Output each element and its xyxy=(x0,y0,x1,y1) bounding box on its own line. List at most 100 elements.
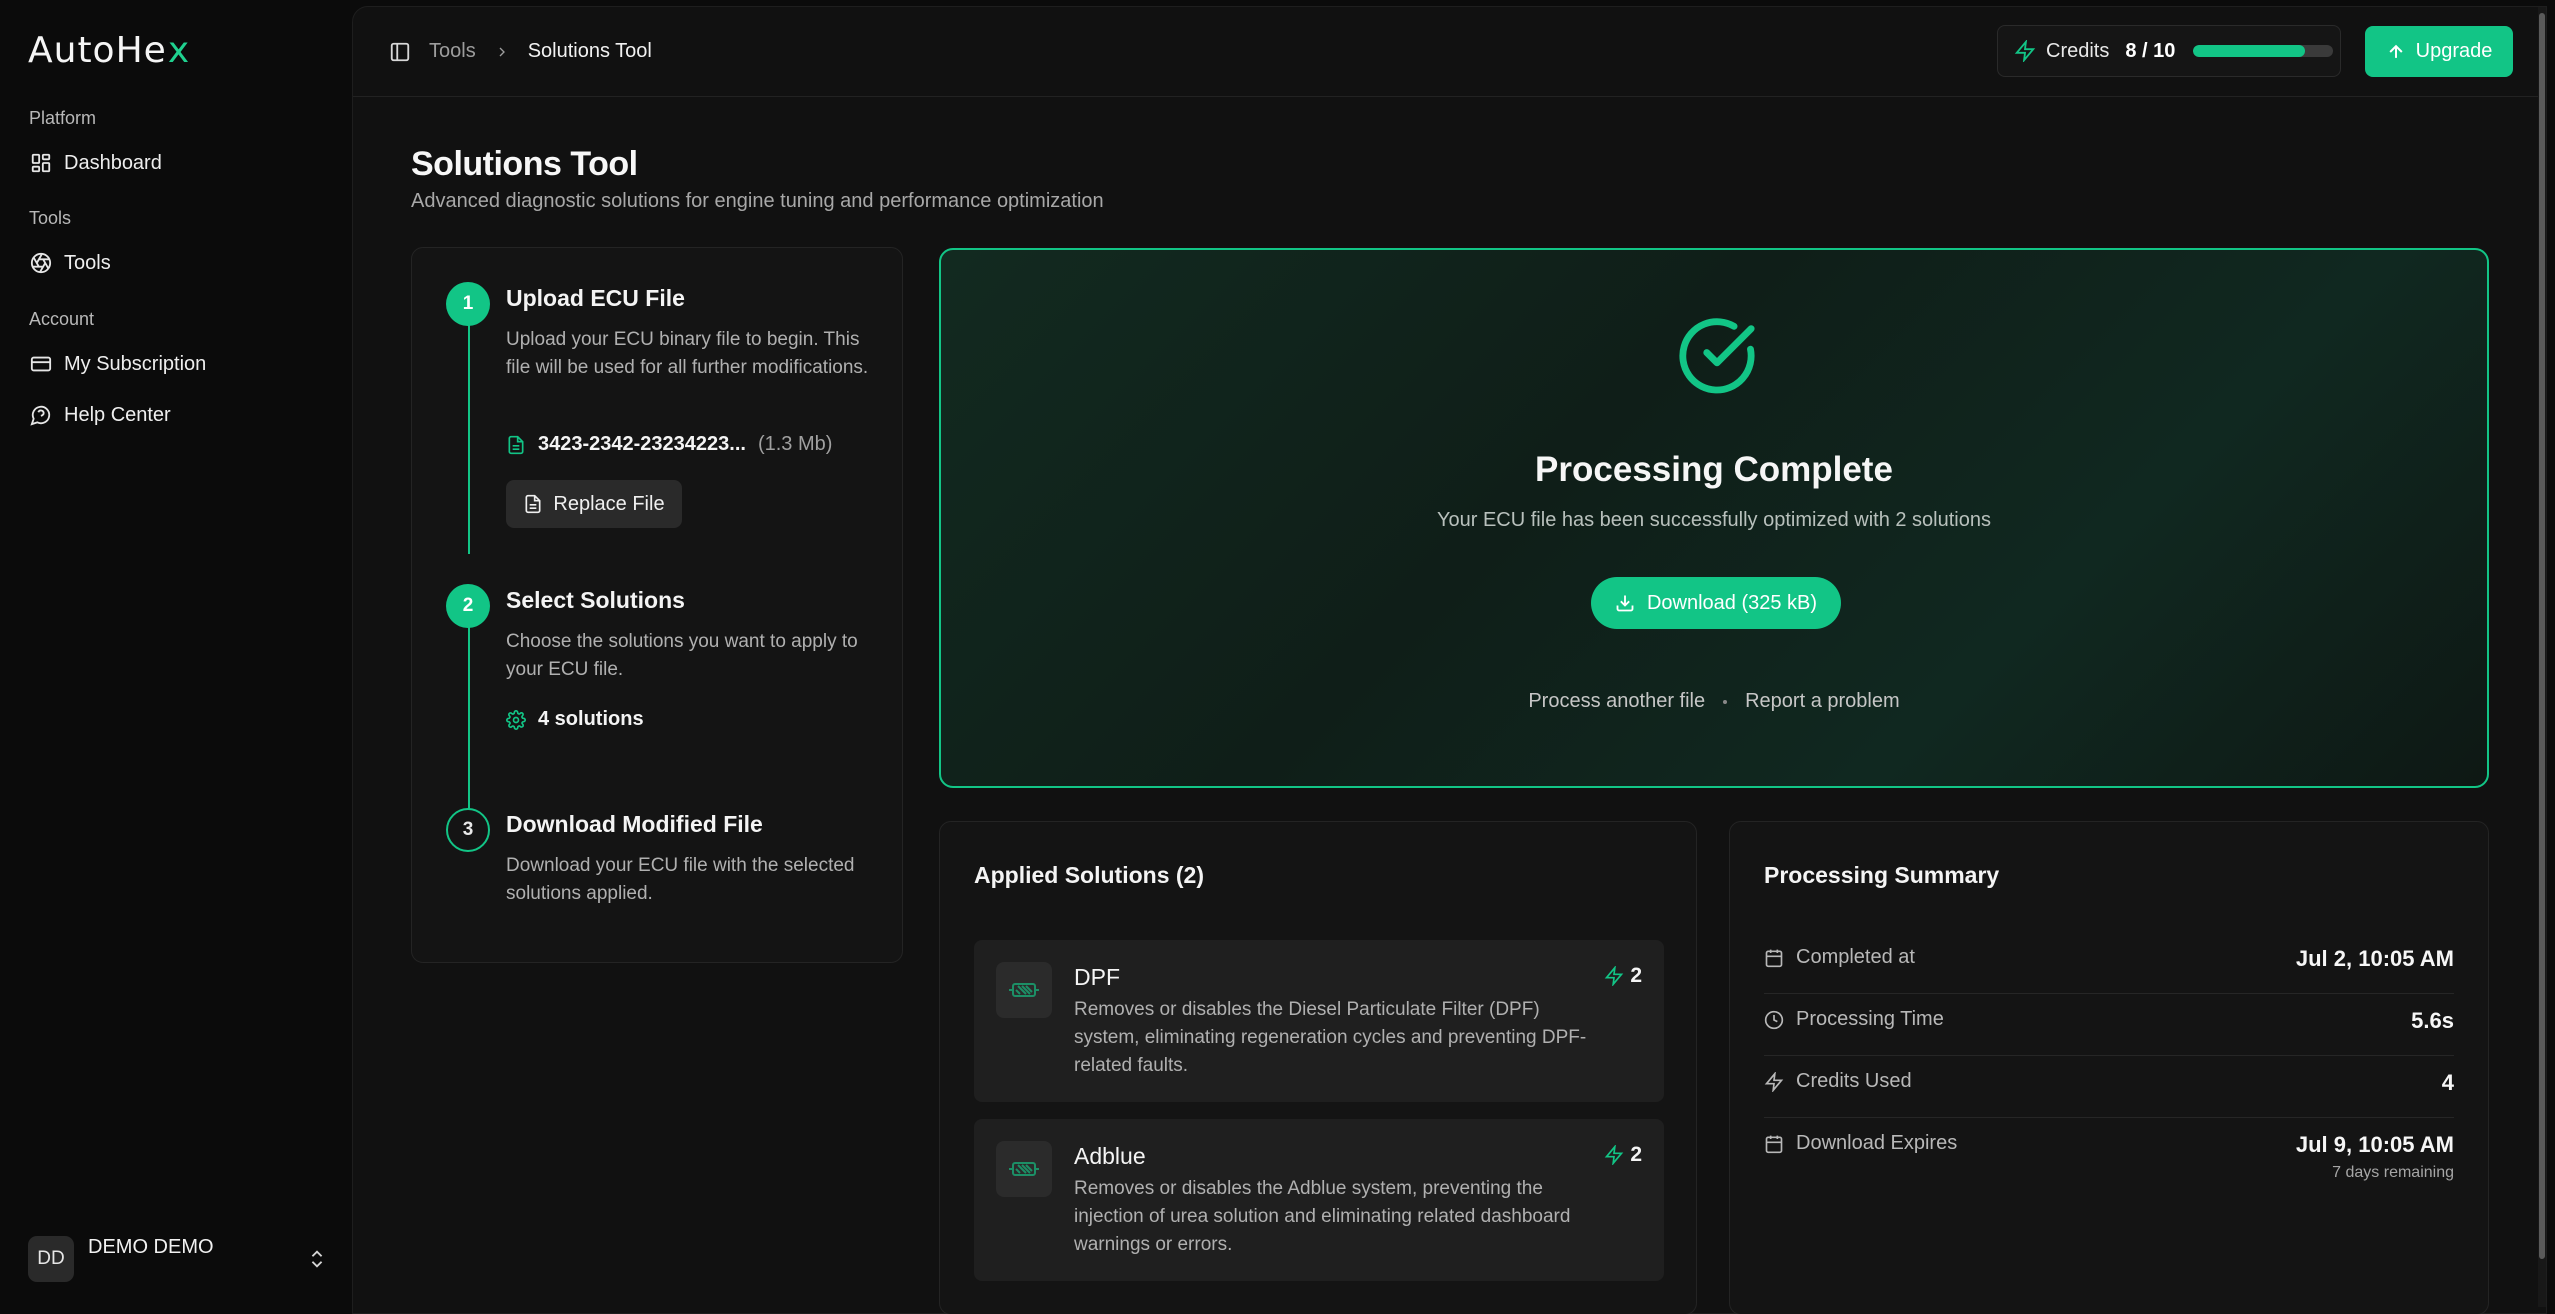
user-name: DEMO DEMO xyxy=(88,1236,214,1258)
solution-icon xyxy=(996,962,1052,1018)
scrollbar-thumb[interactable] xyxy=(2539,13,2545,1259)
summary-label: Download Expires xyxy=(1764,1132,1957,1155)
upgrade-label: Upgrade xyxy=(2415,40,2493,62)
chevrons-up-down-icon[interactable] xyxy=(306,1248,328,1270)
step-number-1: 1 xyxy=(446,282,490,326)
solution-icon xyxy=(996,1141,1052,1197)
chevron-right-icon xyxy=(499,47,505,56)
gear-icon xyxy=(506,709,526,730)
step-title-download: Download Modified File xyxy=(506,811,763,837)
page-subtitle: Advanced diagnostic solutions for engine… xyxy=(411,190,1104,212)
lightning-icon xyxy=(1605,966,1624,986)
solution-description: Removes or disables the Diesel Particula… xyxy=(1074,999,1587,1076)
steps-card: 1 Upload ECU File Upload your ECU binary… xyxy=(411,247,903,963)
solution-description: Removes or disables the Adblue system, p… xyxy=(1074,1178,1571,1255)
credit-card-icon xyxy=(30,356,52,372)
sidebar-item-tools[interactable]: Tools xyxy=(24,241,334,285)
step-description-select: Choose the solutions you want to apply t… xyxy=(506,631,858,680)
step-title-select: Select Solutions xyxy=(506,587,685,613)
summary-row-completed: Completed at Jul 2, 10:05 AM xyxy=(1764,932,2454,994)
sidebar-item-dashboard[interactable]: Dashboard xyxy=(24,141,334,185)
summary-row-expires: Download Expires Jul 9, 10:05 AM 7 days … xyxy=(1764,1118,2454,1198)
summary-row-time: Processing Time 5.6s xyxy=(1764,994,2454,1056)
nav-group-platform: Platform xyxy=(29,108,97,128)
solution-credits-value: 2 xyxy=(1630,1143,1642,1166)
solution-item-dpf: DPF Removes or disables the Diesel Parti… xyxy=(974,940,1664,1102)
clock-icon xyxy=(1764,1010,1784,1029)
summary-label-text: Completed at xyxy=(1796,946,1915,968)
step-number-2: 2 xyxy=(446,584,490,628)
user-menu[interactable]: DD DEMO DEMO xyxy=(28,1236,328,1282)
step-connector xyxy=(468,612,470,838)
summary-row-credits: Credits Used 4 xyxy=(1764,1056,2454,1118)
check-circle-icon xyxy=(1679,318,1755,394)
lightning-icon xyxy=(1605,1145,1624,1165)
sidebar-toggle-icon[interactable] xyxy=(389,41,411,63)
sidebar-item-subscription[interactable]: My Subscription xyxy=(24,342,334,386)
topbar: Tools Solutions Tool Credits 8 / 10 Upgr… xyxy=(353,7,2546,97)
sidebar-item-label: Tools xyxy=(64,251,111,274)
breadcrumb-tools[interactable]: Tools xyxy=(429,40,476,63)
summary-label-text: Processing Time xyxy=(1796,1008,1944,1030)
processing-complete-card: Processing Complete Your ECU file has be… xyxy=(939,248,2489,788)
credits-progress-fill xyxy=(2193,45,2306,57)
file-icon xyxy=(508,435,524,454)
applied-solutions-card: Applied Solutions (2) DPF Removes or dis… xyxy=(939,821,1697,1314)
file-icon xyxy=(525,494,541,514)
report-problem-link[interactable]: Report a problem xyxy=(1745,690,1900,713)
summary-note: 7 days remaining xyxy=(2332,1164,2454,1181)
solution-credits: 2 xyxy=(1604,1143,1642,1167)
engine-filter-icon xyxy=(1009,983,1039,997)
summary-value: 5.6s xyxy=(2411,1008,2454,1033)
sidebar-item-help-center[interactable]: Help Center xyxy=(24,393,334,437)
page-title: Solutions Tool xyxy=(411,145,638,183)
summary-label: Credits Used xyxy=(1764,1070,1912,1093)
breadcrumb-current: Solutions Tool xyxy=(527,40,652,62)
step-number-3: 3 xyxy=(446,808,490,852)
replace-file-label: Replace File xyxy=(553,492,665,515)
summary-label-text: Credits Used xyxy=(1796,1070,1912,1092)
process-another-link[interactable]: Process another file xyxy=(1528,690,1705,713)
summary-label: Completed at xyxy=(1764,946,1915,969)
solution-credits-value: 2 xyxy=(1630,964,1642,987)
sidebar-item-label: Help Center xyxy=(64,403,171,426)
summary-value: 4 xyxy=(2441,1070,2454,1095)
avatar: DD xyxy=(28,1236,74,1282)
aperture-icon xyxy=(30,252,52,274)
summary-label-text: Download Expires xyxy=(1796,1132,1958,1154)
breadcrumb: Tools Solutions Tool xyxy=(389,40,652,63)
download-icon xyxy=(1616,595,1634,612)
file-name: 3423-2342-23234223... xyxy=(538,433,746,455)
separator-dot xyxy=(1723,699,1728,704)
summary-value: Jul 2, 10:05 AM xyxy=(2295,946,2454,971)
main-panel: Tools Solutions Tool Credits 8 / 10 Upgr… xyxy=(352,6,2547,1314)
brand-logo[interactable]: AutoHe x xyxy=(28,30,190,71)
replace-file-button[interactable]: Replace File xyxy=(506,480,682,528)
nav-group-tools: Tools xyxy=(29,208,72,228)
lightning-icon xyxy=(1764,1071,1784,1092)
lightning-icon xyxy=(2014,40,2036,62)
help-chat-icon xyxy=(30,405,51,426)
selected-solutions-count: 4 solutions xyxy=(506,708,644,731)
download-button[interactable]: Download (325 kB) xyxy=(1591,577,1841,629)
step-description-download: Download your ECU file with the selected… xyxy=(506,855,855,904)
download-label: Download (325 kB) xyxy=(1646,591,1818,614)
upgrade-button[interactable]: Upgrade xyxy=(2365,26,2513,77)
arrow-up-icon xyxy=(2389,44,2403,58)
engine-filter-icon xyxy=(1009,1162,1039,1176)
nav-group-account: Account xyxy=(29,309,95,329)
step-description-upload: Upload your ECU binary file to begin. Th… xyxy=(506,329,869,378)
step-title-upload: Upload ECU File xyxy=(506,285,685,311)
solution-name: Adblue xyxy=(1074,1143,1146,1169)
file-size: (1.3 Mb) xyxy=(757,433,833,455)
credits-progress-bar xyxy=(2193,45,2334,57)
credits-label: Credits xyxy=(2046,39,2110,62)
brand-accent-letter: x xyxy=(167,30,191,71)
grid-icon xyxy=(31,153,51,173)
scrollbar[interactable] xyxy=(2538,7,2546,1307)
solution-name: DPF xyxy=(1074,964,1120,990)
complete-title: Processing Complete xyxy=(1535,450,1893,489)
calendar-icon xyxy=(1765,1135,1783,1153)
summary-label: Processing Time xyxy=(1764,1008,1944,1031)
solution-item-adblue: Adblue Removes or disables the Adblue sy… xyxy=(974,1119,1664,1281)
